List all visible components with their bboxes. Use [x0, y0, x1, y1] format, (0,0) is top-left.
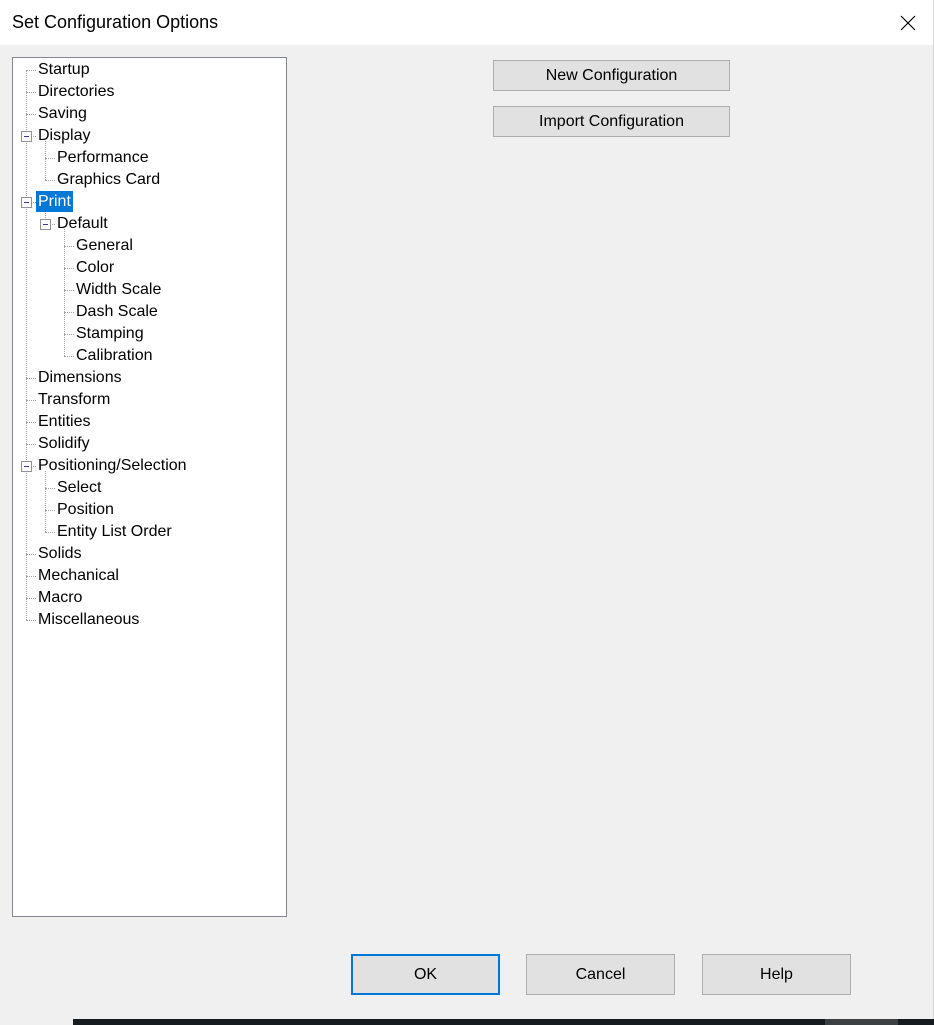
collapse-icon[interactable] [21, 197, 32, 208]
tree-connector [64, 312, 74, 313]
tree-item-solidify[interactable]: Solidify [36, 433, 92, 455]
tree-item-label: Dash Scale [76, 303, 158, 320]
options-tree[interactable]: Startup Directories Saving Display Performan… [12, 57, 287, 917]
tree-item-label: Calibration [76, 347, 153, 364]
tree-item-graphics-card[interactable]: Graphics Card [55, 169, 162, 191]
tree-connector [26, 92, 36, 93]
tree-item-print[interactable]: Print [36, 191, 73, 213]
tree-item-label: Miscellaneous [38, 611, 140, 628]
dialog-title: Set Configuration Options [12, 12, 219, 32]
tree-item-positioning-selection[interactable]: Positioning/Selection [36, 455, 189, 477]
set-configuration-dialog: Set Configuration Options Startup Directo… [0, 0, 934, 1019]
tree-connector [26, 400, 36, 401]
tree-connector [45, 488, 55, 489]
tree-item-general[interactable]: General [74, 235, 135, 257]
tree-item-label: Color [76, 259, 115, 276]
tree-item-stamping[interactable]: Stamping [74, 323, 146, 345]
collapse-icon[interactable] [40, 219, 51, 230]
tree-connector [64, 268, 74, 269]
taskbar-segment [825, 1019, 898, 1025]
tree-connector [64, 356, 74, 357]
new-configuration-button[interactable]: New Configuration [493, 60, 730, 91]
tree-item-saving[interactable]: Saving [36, 103, 89, 125]
tree-item-label: Select [57, 479, 102, 496]
tree-item-mechanical[interactable]: Mechanical [36, 565, 121, 587]
tree-item-performance[interactable]: Performance [55, 147, 151, 169]
tree-item-entities[interactable]: Entities [36, 411, 92, 433]
tree-item-transform[interactable]: Transform [36, 389, 112, 411]
tree-item-label: Macro [38, 589, 83, 606]
tree-connector [26, 576, 36, 577]
tree-item-label: Width Scale [76, 281, 162, 298]
taskbar-gap [0, 1019, 73, 1025]
tree-connector [45, 158, 55, 159]
tree-item-label: Directories [38, 83, 115, 100]
tree-item-calibration[interactable]: Calibration [74, 345, 154, 367]
tree-item-label: Performance [57, 149, 149, 166]
tree-item-label: General [76, 237, 133, 254]
tree-connector [26, 598, 36, 599]
tree-item-directories[interactable]: Directories [36, 81, 116, 103]
tree-connector [64, 246, 74, 247]
tree-connector [26, 70, 27, 620]
tree-connector [26, 554, 36, 555]
tree-item-label: Startup [38, 61, 90, 78]
tree-connector [26, 620, 36, 621]
tree-connector [64, 229, 65, 356]
tree-connector [45, 180, 55, 181]
tree-item-position[interactable]: Position [55, 499, 116, 521]
tree-item-label: Entities [38, 413, 91, 430]
tree-item-label: Saving [38, 105, 87, 122]
tree-connector [26, 378, 36, 379]
help-button[interactable]: Help [702, 954, 851, 995]
tree-connector [45, 471, 46, 532]
tree-item-solids[interactable]: Solids [36, 543, 84, 565]
tree-item-macro[interactable]: Macro [36, 587, 84, 609]
tree-item-label: Transform [38, 391, 111, 408]
tree-item-label: Positioning/Selection [38, 457, 187, 474]
tree-item-display[interactable]: Display [36, 125, 92, 147]
collapse-icon[interactable] [21, 131, 32, 142]
tree-connector [26, 70, 36, 71]
tree-item-dash-scale[interactable]: Dash Scale [74, 301, 160, 323]
tree-connector [45, 532, 55, 533]
tree-item-label: Solids [38, 545, 82, 562]
tree-item-label: Stamping [76, 325, 144, 342]
collapse-icon[interactable] [21, 461, 32, 472]
tree-item-miscellaneous[interactable]: Miscellaneous [36, 609, 141, 631]
title-bar: Set Configuration Options [0, 0, 933, 45]
tree-item-color[interactable]: Color [74, 257, 116, 279]
import-configuration-button[interactable]: Import Configuration [493, 106, 730, 137]
tree-item-label: Print [36, 191, 73, 212]
tree-item-startup[interactable]: Startup [36, 59, 92, 81]
tree-item-label: Dimensions [38, 369, 122, 386]
cancel-button[interactable]: Cancel [526, 954, 675, 995]
tree-item-label: Default [57, 215, 108, 232]
tree-item-width-scale[interactable]: Width Scale [74, 279, 163, 301]
tree-item-label: Graphics Card [57, 171, 161, 188]
tree-connector [26, 422, 36, 423]
tree-item-default[interactable]: Default [55, 213, 110, 235]
tree-item-label: Display [38, 127, 91, 144]
tree-item-label: Mechanical [38, 567, 119, 584]
close-icon [900, 15, 916, 31]
tree-connector [64, 334, 74, 335]
tree-connector [45, 510, 55, 511]
tree-connector [26, 444, 36, 445]
tree-connector [64, 290, 74, 291]
tree-item-label: Solidify [38, 435, 90, 452]
ok-button[interactable]: OK [351, 954, 500, 995]
close-button[interactable] [888, 6, 928, 40]
tree-item-label: Entity List Order [57, 523, 172, 540]
tree-item-label: Position [57, 501, 114, 518]
tree-item-select[interactable]: Select [55, 477, 103, 499]
tree-item-entity-list-order[interactable]: Entity List Order [55, 521, 174, 543]
tree-item-dimensions[interactable]: Dimensions [36, 367, 124, 389]
tree-connector [26, 114, 36, 115]
